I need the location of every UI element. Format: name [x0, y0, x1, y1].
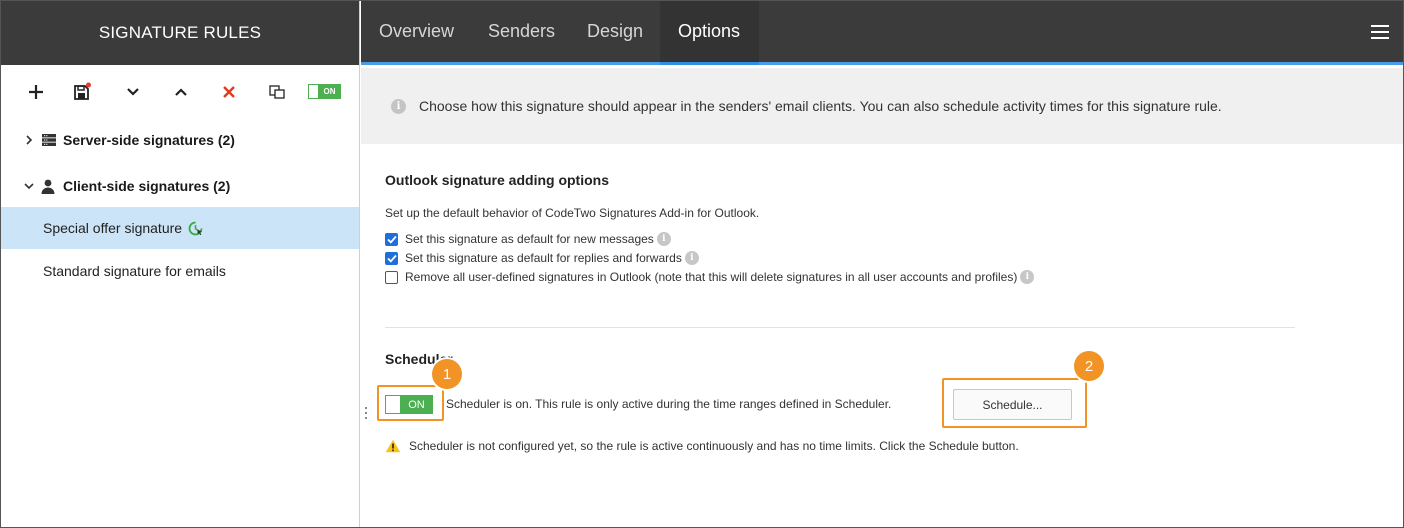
- user-icon: [41, 179, 59, 194]
- save-button[interactable]: [69, 79, 95, 105]
- close-icon: [223, 86, 235, 98]
- info-icon: i: [391, 98, 406, 114]
- tree-group-server-side[interactable]: Server-side signatures (2): [1, 120, 359, 160]
- rule-label: Special offer signature: [43, 220, 183, 236]
- rule-label: Standard signature for emails: [43, 263, 226, 279]
- tab-overview[interactable]: Overview: [361, 1, 472, 62]
- checkbox-default-new-messages[interactable]: [385, 232, 398, 246]
- scheduler-warning: Scheduler is not configured yet, so the …: [385, 439, 1019, 453]
- tree-group-label: Client-side signatures (2): [63, 178, 231, 194]
- move-up-button[interactable]: [168, 79, 194, 105]
- chevron-up-icon: [175, 88, 187, 96]
- checkbox-default-replies[interactable]: [385, 251, 398, 265]
- option-default-new-messages: Set this signature as default for new me…: [385, 230, 671, 248]
- callout-badge-1: 1: [432, 359, 462, 389]
- section-divider: [385, 327, 1295, 328]
- tab-options[interactable]: Options: [660, 1, 759, 65]
- tab-senders[interactable]: Senders: [470, 1, 573, 62]
- info-bar: i Choose how this signature should appea…: [361, 68, 1403, 144]
- callout-box-scheduler-toggle: [377, 385, 444, 421]
- option-default-replies: Set this signature as default for replie…: [385, 249, 699, 267]
- warning-text: Scheduler is not configured yet, so the …: [409, 439, 1019, 453]
- toggle-label: ON: [319, 85, 340, 98]
- warning-icon: [385, 439, 401, 453]
- callout-box-schedule-button: [942, 378, 1087, 428]
- scheduler-status-text: Scheduler is on. This rule is only activ…: [446, 397, 892, 411]
- checkbox-remove-user-signatures[interactable]: [385, 270, 398, 284]
- chevron-right-icon: [23, 135, 35, 145]
- delete-rule-button[interactable]: [216, 79, 242, 105]
- copy-icon: [269, 85, 285, 99]
- menu-icon[interactable]: [1371, 25, 1389, 41]
- option-label: Set this signature as default for replie…: [405, 251, 682, 265]
- tree-group-client-side[interactable]: Client-side signatures (2): [1, 166, 359, 206]
- resize-handle[interactable]: [365, 407, 368, 423]
- move-down-button[interactable]: [120, 79, 146, 105]
- info-icon[interactable]: i: [656, 232, 671, 246]
- add-rule-button[interactable]: [23, 79, 49, 105]
- option-label: Set this signature as default for new me…: [405, 232, 654, 246]
- tab-design[interactable]: Design: [569, 1, 661, 62]
- rule-special-offer-signature[interactable]: Special offer signature: [1, 207, 359, 249]
- rule-enabled-toggle[interactable]: ON: [308, 84, 341, 99]
- sidebar-toolbar: ON: [1, 65, 359, 119]
- checkmark-icon: [386, 254, 397, 263]
- duplicate-rule-button[interactable]: [264, 79, 290, 105]
- app-window: SIGNATURE RULES ON Server-side signature…: [0, 0, 1404, 528]
- save-icon: [74, 82, 91, 100]
- callout-badge-2: 2: [1074, 351, 1104, 381]
- main-panel: Overview Senders Design Options i Choose…: [361, 1, 1403, 527]
- outlook-options-description: Set up the default behavior of CodeTwo S…: [385, 206, 760, 220]
- scheduled-active-icon: [188, 221, 203, 236]
- tab-bar: Overview Senders Design Options: [361, 1, 1403, 65]
- server-icon: [41, 133, 59, 147]
- toggle-knob: [309, 85, 319, 98]
- tree-group-label: Server-side signatures (2): [63, 132, 235, 148]
- sidebar-title: SIGNATURE RULES: [1, 1, 359, 65]
- info-text: Choose how this signature should appear …: [419, 98, 1222, 114]
- chevron-down-icon: [127, 88, 139, 96]
- option-label: Remove all user-defined signatures in Ou…: [405, 270, 1018, 284]
- info-icon[interactable]: i: [1020, 270, 1035, 284]
- rule-standard-signature[interactable]: Standard signature for emails: [1, 250, 359, 292]
- option-remove-user-signatures: Remove all user-defined signatures in Ou…: [385, 268, 1035, 286]
- checkmark-icon: [386, 235, 397, 244]
- plus-icon: [29, 85, 43, 99]
- info-icon[interactable]: i: [684, 251, 699, 265]
- sidebar: SIGNATURE RULES ON Server-side signature…: [1, 1, 360, 527]
- chevron-down-icon: [23, 182, 35, 190]
- outlook-options-title: Outlook signature adding options: [385, 172, 609, 188]
